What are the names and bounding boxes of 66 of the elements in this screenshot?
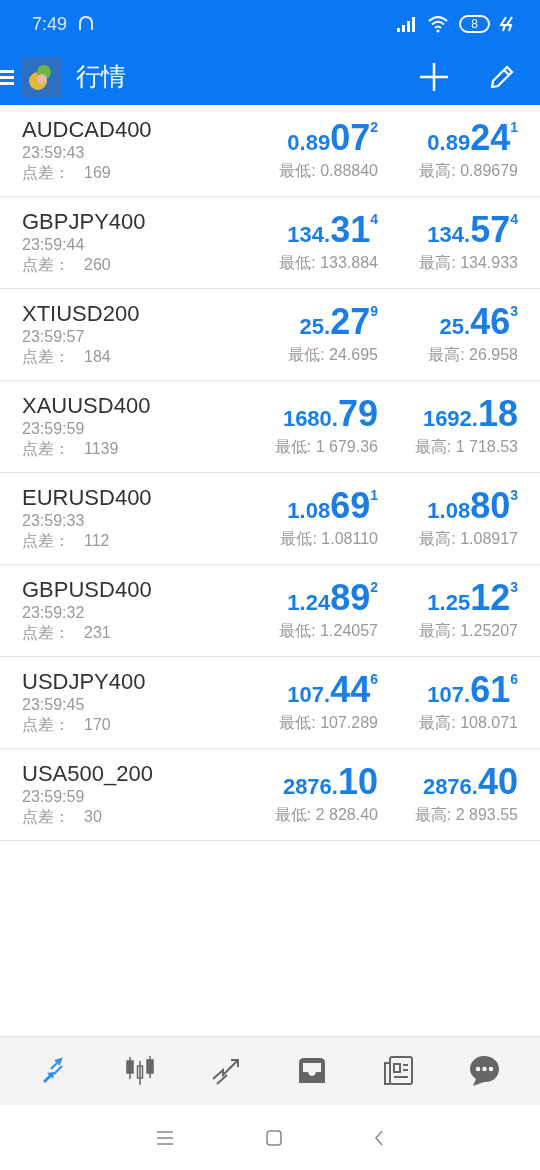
high-price: 最高: 2 893.55 xyxy=(414,805,518,825)
symbol-name: XTIUSD200 xyxy=(22,301,141,327)
spread-label: 点差： xyxy=(22,807,70,827)
quote-time: 23:59:43 xyxy=(22,143,86,163)
symbol-name: GBPUSD400 xyxy=(22,577,153,603)
price: 1692.18 xyxy=(422,393,518,436)
price: 2876.10 xyxy=(282,761,378,804)
charging-icon xyxy=(500,16,514,32)
spread-label: 点差： xyxy=(22,163,70,183)
price: 1680.79 xyxy=(282,393,378,436)
spread-value: 169 xyxy=(84,163,111,183)
clock-time: 7:49 xyxy=(32,13,68,35)
spread-value: 231 xyxy=(84,623,111,643)
home-icon[interactable] xyxy=(266,1129,282,1146)
low-price: 最低: 1.24057 xyxy=(279,621,378,641)
spread-value: 1139 xyxy=(84,439,119,459)
high-price: 最高: 1.25207 xyxy=(419,621,518,641)
high-price: 最高: 1 718.53 xyxy=(414,437,518,457)
high-price: 最高: 0.89679 xyxy=(419,161,518,181)
quote-row[interactable]: USA500_200 23:59:59 点差： 30 2876.10 最低: 2 828.40 2876.40 最高: 2 893.55 xyxy=(0,749,540,841)
quote-time: 23:59:32 xyxy=(22,603,86,623)
quote-time: 23:59:57 xyxy=(22,327,86,347)
high-price: 最高: 26.958 xyxy=(428,345,518,365)
spread-label: 点差： xyxy=(22,531,70,551)
spread-value: 112 xyxy=(84,531,110,551)
spread-label: 点差： xyxy=(22,439,70,459)
low-price: 最低: 1.08110 xyxy=(280,529,378,549)
signal-icon xyxy=(395,15,418,33)
spread-value: 170 xyxy=(84,715,111,735)
quote-time: 23:59:44 xyxy=(22,235,86,255)
symbol-name: USDJPY400 xyxy=(22,669,147,695)
symbol-name: AUDCAD400 xyxy=(22,117,153,143)
quote-time: 23:59:45 xyxy=(22,695,86,715)
low-price: 最低: 1 679.36 xyxy=(274,437,378,457)
spread-label: 点差： xyxy=(22,347,70,367)
screen-title: 行情 xyxy=(76,61,127,92)
headset-icon xyxy=(77,15,96,33)
high-price: 最高: 1.08917 xyxy=(419,529,518,549)
spread-label: 点差： xyxy=(22,623,70,643)
spread-label: 点差： xyxy=(22,715,70,735)
low-price: 最低: 2 828.40 xyxy=(274,805,378,825)
symbol-name: EURUSD400 xyxy=(22,485,153,511)
low-price: 最低: 133.884 xyxy=(279,253,378,273)
spread-label: 点差： xyxy=(22,255,70,275)
low-price: 最低: 107.289 xyxy=(279,713,378,733)
low-price: 最低: 0.88840 xyxy=(279,161,378,181)
price: 2876.40 xyxy=(422,761,518,804)
menu-icon[interactable] xyxy=(0,68,16,85)
back-icon[interactable] xyxy=(374,1129,384,1146)
symbol-name: GBPJPY400 xyxy=(22,209,147,235)
quote-time: 23:59:33 xyxy=(22,511,86,531)
high-price: 最高: 108.071 xyxy=(419,713,518,733)
battery-icon: 8 xyxy=(459,15,490,33)
quote-row[interactable]: XAUUSD400 23:59:59 点差： 1139 1680.79 最低: 1 679.36 1692.18 最高: 1 718.53 xyxy=(0,381,540,473)
symbol-name: USA500_200 xyxy=(22,761,154,787)
wifi-icon xyxy=(427,15,450,33)
spread-value: 184 xyxy=(84,347,111,367)
high-price: 最高: 134.933 xyxy=(419,253,518,273)
spread-value: 260 xyxy=(84,255,111,275)
low-price: 最低: 24.695 xyxy=(288,345,378,365)
spread-value: 30 xyxy=(84,807,102,827)
quote-time: 23:59:59 xyxy=(22,419,86,439)
menu-icon[interactable] xyxy=(156,1130,174,1145)
symbol-name: XAUUSD400 xyxy=(22,393,152,419)
quote-time: 23:59:59 xyxy=(22,787,86,807)
plus-icon xyxy=(418,60,450,93)
